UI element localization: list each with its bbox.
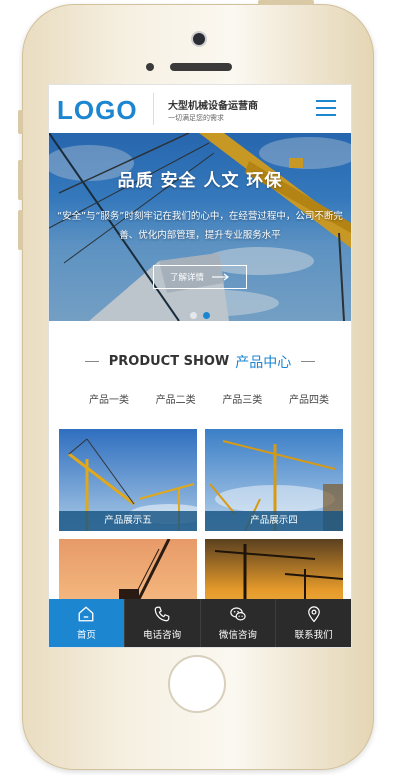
earpiece-speaker	[170, 63, 232, 71]
banner-title: 品质 安全 人文 环保	[117, 171, 283, 191]
banner-pagination	[190, 304, 216, 321]
pagination-dot-active[interactable]	[203, 312, 210, 319]
volume-down-button	[18, 210, 23, 250]
nav-home[interactable]: 首页	[49, 599, 125, 647]
section-title-cn: 产品中心	[235, 354, 292, 371]
learn-more-label: 了解详情	[169, 273, 204, 283]
product-section-title: PRODUCT SHOW 产品中心	[49, 351, 351, 372]
nav-phone[interactable]: 电话咨询	[125, 599, 201, 647]
site-header: LOGO 大型机械设备运营商 一切满足您的需求	[49, 85, 351, 134]
nav-contact[interactable]: 联系我们	[276, 599, 351, 647]
site-logo[interactable]: LOGO	[57, 95, 138, 126]
banner-description: “安全”与“服务”时刻牢记在我们的心中，在经营过程中，公司不断完善、优化内部管理…	[57, 211, 343, 241]
hero-banner[interactable]: 品质 安全 人文 环保 “安全”与“服务”时刻牢记在我们的心中，在经营过程中，公…	[49, 133, 351, 321]
nav-contact-label: 联系我们	[294, 630, 333, 641]
arrow-right-icon	[212, 273, 229, 281]
brand-slogan: 一切满足您的需求	[168, 114, 224, 122]
nav-phone-label: 电话咨询	[143, 630, 182, 641]
category-tab[interactable]: 产品一类	[89, 391, 129, 406]
category-tab[interactable]: 产品四类	[289, 391, 329, 406]
home-icon	[78, 606, 94, 622]
hamburger-menu-icon[interactable]	[316, 100, 336, 118]
mute-switch	[18, 110, 23, 134]
nav-wechat[interactable]: 微信咨询	[201, 599, 277, 647]
section-title-en: PRODUCT SHOW	[108, 354, 230, 369]
location-icon	[307, 606, 320, 623]
category-tab[interactable]: 产品三类	[222, 391, 262, 406]
phone-screen: LOGO 大型机械设备运营商 一切满足您的需求 品质 安全 人文 环保 “安全”…	[48, 84, 352, 648]
logo-divider	[153, 93, 154, 125]
nav-wechat-label: 微信咨询	[218, 630, 257, 641]
home-button[interactable]	[168, 655, 226, 713]
category-tab[interactable]: 产品二类	[156, 391, 196, 406]
learn-more-button[interactable]: 了解详情	[153, 265, 247, 289]
title-left-line	[84, 361, 99, 362]
proximity-sensor	[146, 63, 154, 71]
product-category-tabs: 产品一类 产品二类 产品三类 产品四类	[89, 391, 329, 406]
product-card-label: 产品展示五	[59, 511, 197, 531]
product-card[interactable]: 产品展示五	[59, 429, 197, 531]
product-card[interactable]: 产品展示四	[205, 429, 343, 531]
bottom-navigation: 首页 电话咨询 微信咨询 联系我们	[49, 599, 351, 647]
brand-name: 大型机械设备运营商	[168, 101, 258, 112]
volume-up-button	[18, 160, 23, 200]
wechat-icon	[230, 607, 246, 621]
product-card-label: 产品展示四	[205, 511, 343, 531]
title-right-line	[301, 361, 316, 362]
pagination-dot[interactable]	[190, 312, 197, 319]
phone-icon	[154, 606, 170, 622]
front-camera	[193, 33, 205, 45]
power-button	[258, 0, 314, 5]
nav-home-label: 首页	[76, 630, 96, 641]
